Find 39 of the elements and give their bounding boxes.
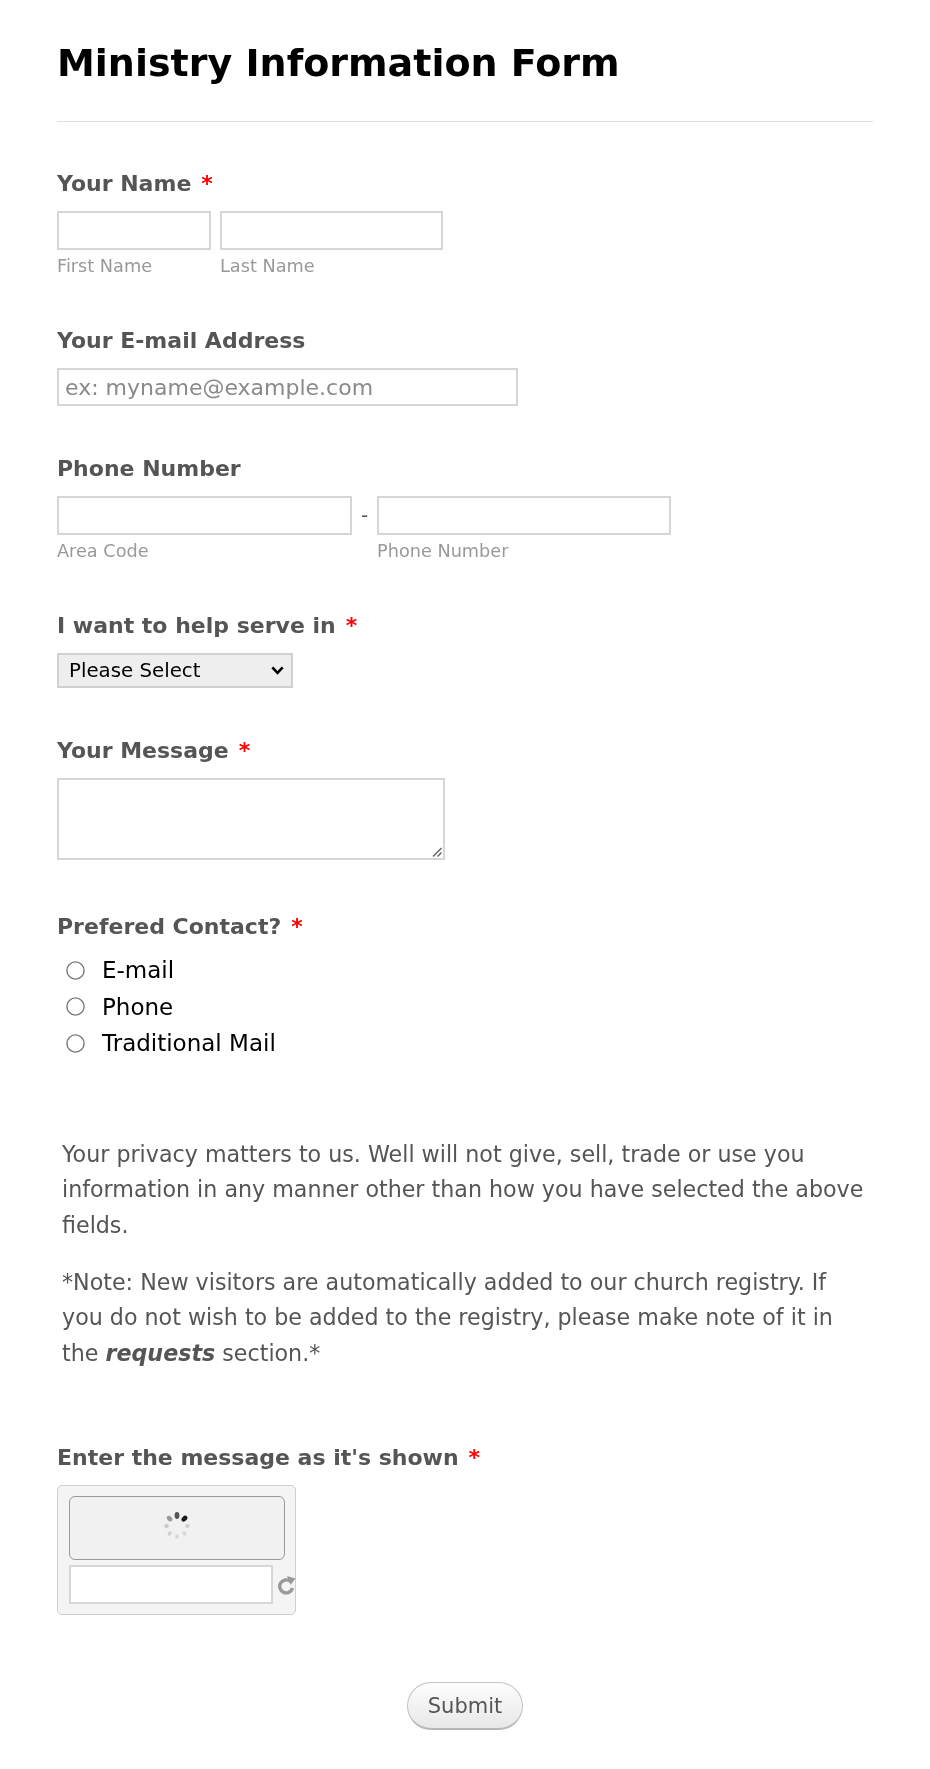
refresh-icon[interactable] [277,1574,296,1595]
field-hint: Last Name [220,255,315,278]
required-mark: * [238,738,251,764]
required-mark: * [468,1445,481,1471]
name-field[interactable] [220,211,443,250]
phone-field[interactable] [57,496,352,535]
submit-button[interactable]: Submit [407,1682,523,1730]
notice-paragraph: Your privacy matters to us. Well will not give, sell, trade or use you information in any manner other than how you have selected the above fields. [61,1139,865,1240]
field-hint: Area Code [57,540,149,563]
dropdown[interactable]: Please Select [57,653,293,688]
field-hint: First Name [57,255,153,278]
field-label: Your Message [57,738,229,764]
loading-spinner-icon [162,1511,192,1541]
required-mark: * [345,613,358,639]
radio-button[interactable] [66,960,85,980]
field-label: Enter the message as it's shown [57,1445,459,1471]
phone-field[interactable] [377,496,671,535]
email-field[interactable]: ex: myname@example.com [57,368,518,406]
radio-button[interactable] [66,1033,85,1053]
field-label: I want to help serve in [57,613,336,639]
name-field[interactable] [57,211,211,250]
notice-paragraph: *Note: New visitors are automatically added to our church registry. If you do not wish to be added to the registry, please make note of it in the requests section.* [61,1267,834,1368]
phone-separator: - [359,502,370,529]
captcha-field[interactable] [69,1565,273,1604]
form-title: Ministry Information Form [57,40,621,87]
field-label: Your Name [57,171,192,197]
field-label: Phone Number [57,456,241,482]
field-label: Your E-mail Address [57,328,306,354]
required-mark: * [201,171,213,197]
resize-grip-icon[interactable] [432,847,442,857]
radio-label[interactable]: Phone [102,993,174,1020]
field-label: Prefered Contact? [57,914,282,940]
chevron-down-icon [271,666,284,675]
field-hint: Phone Number [377,540,509,563]
message-field[interactable] [57,778,445,860]
radio-label[interactable]: Traditional Mail [102,1030,276,1057]
required-mark: * [291,914,303,940]
radio-label[interactable]: E-mail [102,957,175,984]
radio-button[interactable] [66,997,85,1017]
